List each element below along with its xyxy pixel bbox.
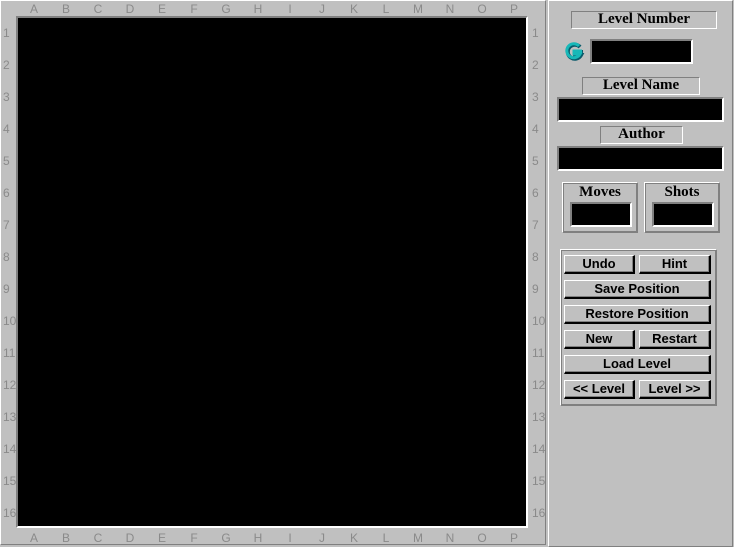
column-label-bot: M [413, 531, 423, 545]
column-label-top: D [125, 2, 135, 16]
column-label-bot: H [253, 531, 263, 545]
column-label-top: L [382, 2, 390, 16]
row-label-right: 15 [532, 474, 546, 488]
row-label-right: 1 [532, 26, 539, 40]
moves-counter [570, 202, 632, 227]
column-label-top: P [509, 2, 518, 16]
column-label-top: O [477, 2, 487, 16]
row-label-right: 8 [532, 250, 539, 264]
next-level-button[interactable]: Level >> [639, 380, 711, 399]
column-label-top: F [190, 2, 198, 16]
column-label-top: B [61, 2, 70, 16]
row-label-right: 4 [532, 122, 539, 136]
game-board[interactable] [16, 16, 528, 528]
row-label-right: 5 [532, 154, 539, 168]
row-label-right: 7 [532, 218, 539, 232]
hint-button[interactable]: Hint [639, 255, 711, 274]
column-label-bot: P [509, 531, 518, 545]
column-label-top: M [413, 2, 423, 16]
column-label-bot: I [288, 531, 292, 545]
shots-counter [652, 202, 714, 227]
column-label-top: N [445, 2, 455, 16]
g-logo-icon[interactable] [565, 42, 585, 62]
column-label-top: H [253, 2, 263, 16]
restart-button[interactable]: Restart [639, 330, 711, 349]
load-level-button[interactable]: Load Level [564, 355, 711, 374]
column-label-bot: F [190, 531, 198, 545]
column-label-bot: G [221, 531, 231, 545]
column-label-bot: C [93, 531, 103, 545]
column-label-top: I [288, 2, 292, 16]
row-label-right: 14 [532, 442, 546, 456]
shots-group: Shots [644, 182, 720, 233]
column-label-bot: A [29, 531, 38, 545]
column-label-top: A [29, 2, 38, 16]
column-label-bot: E [157, 531, 166, 545]
column-label-bot: K [349, 531, 358, 545]
moves-label: Moves [579, 184, 621, 200]
row-label-right: 9 [532, 282, 539, 296]
level-number-field[interactable] [590, 39, 693, 64]
column-label-bot: J [319, 531, 325, 545]
column-label-bot: N [445, 531, 455, 545]
shots-label: Shots [664, 184, 700, 200]
row-label-right: 3 [532, 90, 539, 104]
prev-level-button[interactable]: << Level [564, 380, 635, 399]
column-label-bot: B [61, 531, 70, 545]
column-label-top: C [93, 2, 103, 16]
column-label-bot: D [125, 531, 135, 545]
author-field[interactable] [557, 146, 724, 171]
row-label-right: 11 [532, 346, 545, 360]
save-position-button[interactable]: Save Position [564, 280, 711, 299]
column-label-top: E [157, 2, 166, 16]
restore-position-button[interactable]: Restore Position [564, 305, 711, 324]
column-label-top: K [349, 2, 358, 16]
row-label-right: 2 [532, 58, 539, 72]
level-name-label: Level Name [582, 77, 700, 95]
column-label-top: J [319, 2, 325, 16]
column-label-top: G [221, 2, 231, 16]
column-label-bot: L [382, 531, 390, 545]
undo-button[interactable]: Undo [564, 255, 635, 274]
row-label-right: 6 [532, 186, 539, 200]
moves-group: Moves [562, 182, 638, 233]
column-label-bot: O [477, 531, 487, 545]
new-button[interactable]: New [564, 330, 635, 349]
row-label-right: 12 [532, 378, 546, 392]
author-label: Author [600, 126, 683, 144]
row-label-right: 10 [532, 314, 546, 328]
level-name-field[interactable] [557, 97, 724, 122]
row-label-right: 13 [532, 410, 546, 424]
level-number-label: Level Number [571, 11, 717, 29]
row-label-right: 16 [532, 506, 546, 520]
